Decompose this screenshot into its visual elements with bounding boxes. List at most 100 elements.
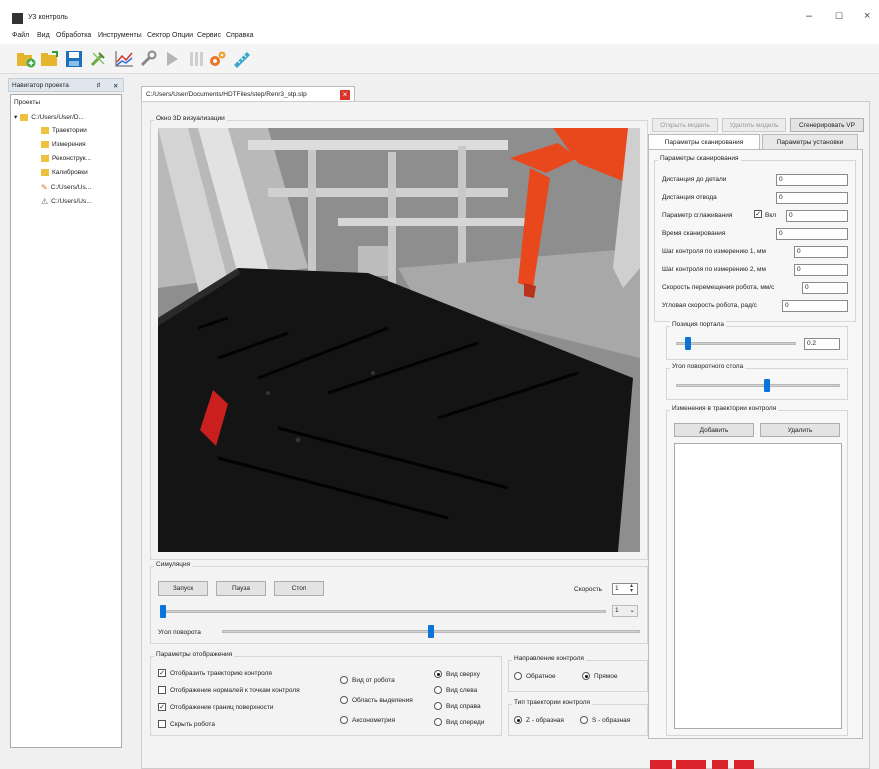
pin-icon[interactable]: ♯ <box>97 82 100 89</box>
s-trajectory-radio[interactable] <box>580 716 588 724</box>
tab-close-icon[interactable]: × <box>340 90 350 100</box>
rotation-slider-handle[interactable] <box>428 625 434 638</box>
remove-button[interactable]: Удалить <box>760 423 840 437</box>
view-axonometry-radio[interactable] <box>340 716 348 724</box>
tree-item-reconstructions[interactable]: Реконструк... <box>41 155 91 162</box>
rotary-slider-track[interactable] <box>676 384 840 387</box>
robot-speed-field[interactable]: 0 <box>802 282 848 294</box>
view-front-radio[interactable] <box>434 718 442 726</box>
param-label: Параметр сглаживания <box>662 212 733 219</box>
menu-file[interactable]: Файл <box>12 32 29 39</box>
rotary-table-title: Угол поворотного стола <box>670 363 746 370</box>
pause-bars-icon[interactable] <box>186 48 206 70</box>
view-top-radio[interactable] <box>434 670 442 678</box>
scan-time-field[interactable]: 0 <box>776 228 848 240</box>
pause-button[interactable]: Пауза <box>216 581 266 596</box>
param-label: Угловая скорость робота, рад/с <box>662 302 757 309</box>
open-model-button[interactable]: Открыть модель <box>652 118 718 132</box>
tree-item-file-1[interactable]: ✎ C:/Users/Us... <box>41 183 91 192</box>
minimize-button[interactable]: – <box>806 10 812 22</box>
show-surface-borders-checkbox[interactable]: ✓ <box>158 703 166 711</box>
rotary-slider-handle[interactable] <box>764 379 771 392</box>
wrench-icon[interactable] <box>138 48 158 70</box>
tree-item-project[interactable]: ▾ C:/Users/User/D... <box>14 113 84 121</box>
tree-item-trajectories[interactable]: Траектории <box>41 127 87 134</box>
menu-service[interactable]: Сервис <box>197 32 221 39</box>
menu-view[interactable]: Вид <box>37 32 50 39</box>
view-left-radio[interactable] <box>434 686 442 694</box>
tree-item-calibrations[interactable]: Калибровки <box>41 169 88 176</box>
navigator-close-icon[interactable]: ✕ <box>113 82 118 90</box>
smoothing-checkbox[interactable]: ✓ <box>754 210 762 218</box>
step-combo[interactable]: 1 ⌄ <box>612 605 638 617</box>
tree-item-file-2[interactable]: ⚠ C:/Users/Us... <box>41 197 92 206</box>
simulation-title: Симуляция <box>154 561 193 568</box>
portal-value-field[interactable]: 0.2 <box>804 338 840 350</box>
display-params-title: Параметры отображения <box>154 651 235 658</box>
param-label: Шаг контроля по измерению 1, мм <box>662 248 766 255</box>
distance-to-part-field[interactable]: 0 <box>776 174 848 186</box>
radio-label: Вид от робота <box>352 677 395 684</box>
3d-viewport[interactable] <box>158 128 640 552</box>
menu-help[interactable]: Справка <box>226 32 253 39</box>
combo-chevron-down-icon: ⌄ <box>629 607 635 614</box>
tab-scan-params[interactable]: Параметры сканирования <box>648 134 760 150</box>
show-trajectory-checkbox[interactable]: ✓ <box>158 669 166 677</box>
menu-tools[interactable]: Инструменты <box>98 32 142 39</box>
radio-label: S - образная <box>592 717 631 724</box>
gears-icon[interactable] <box>208 48 228 70</box>
portal-slider-handle[interactable] <box>685 337 692 350</box>
step-dim1-field[interactable]: 0 <box>794 246 848 258</box>
retract-distance-field[interactable]: 0 <box>776 192 848 204</box>
play-icon[interactable] <box>162 48 182 70</box>
open-folder-icon[interactable] <box>40 48 60 70</box>
portal-slider-track[interactable] <box>676 342 796 345</box>
smoothing-field[interactable]: 0 <box>786 210 848 222</box>
generate-vp-button[interactable]: Сгенерировать VP <box>790 118 864 132</box>
save-icon[interactable] <box>64 48 84 70</box>
hide-robot-checkbox[interactable] <box>158 720 166 728</box>
view-robot-radio[interactable] <box>340 676 348 684</box>
view-right-radio[interactable] <box>434 702 442 710</box>
collapse-icon[interactable]: ▾ <box>14 113 17 121</box>
status-indicator-icon <box>712 760 728 769</box>
new-project-icon[interactable] <box>16 48 36 70</box>
progress-slider-track[interactable] <box>160 610 606 613</box>
radio-label: Область выделения <box>352 697 413 704</box>
speed-spinbox[interactable]: 1 <box>612 583 638 595</box>
step-dim2-field[interactable]: 0 <box>794 264 848 276</box>
radio-label: Вид слева <box>446 687 478 694</box>
ruler-icon[interactable] <box>232 48 252 70</box>
document-tab[interactable]: C:/Users/User/Documents/HDTFiles/step/Re… <box>141 86 355 102</box>
checkbox-label: Скрыть робота <box>170 721 215 728</box>
angular-speed-field[interactable]: 0 <box>782 300 848 312</box>
z-trajectory-radio[interactable] <box>514 716 522 724</box>
menu-sector[interactable]: Сектор <box>147 32 170 39</box>
spin-arrows-icon[interactable]: ▴ ▾ <box>630 583 633 594</box>
trajectory-changes-list[interactable] <box>674 443 842 729</box>
start-button[interactable]: Запуск <box>158 581 208 596</box>
add-button[interactable]: Добавить <box>674 423 754 437</box>
chart-icon[interactable] <box>114 48 134 70</box>
progress-slider-handle[interactable] <box>160 605 166 618</box>
direction-forward-radio[interactable] <box>582 672 590 680</box>
close-button[interactable]: × <box>864 10 870 22</box>
checkbox-label: Отобразить траекторию контроля <box>170 670 272 677</box>
project-tree[interactable]: Проекты ▾ C:/Users/User/D... Траектории … <box>10 94 122 748</box>
view-selection-radio[interactable] <box>340 696 348 704</box>
tree-item-measurements[interactable]: Измерения <box>41 141 86 148</box>
folder-icon <box>41 127 49 134</box>
maximize-button[interactable]: ☐ <box>835 11 843 22</box>
stop-button[interactable]: Стоп <box>274 581 324 596</box>
folder-icon <box>41 141 49 148</box>
tab-install-params[interactable]: Параметры установки <box>762 134 858 150</box>
direction-reverse-radio[interactable] <box>514 672 522 680</box>
tools-icon[interactable] <box>88 48 108 70</box>
param-label: Шаг контроля по измерению 2, мм <box>662 266 766 273</box>
delete-model-button[interactable]: Удалить модель <box>722 118 786 132</box>
menu-options[interactable]: Опции <box>172 32 193 39</box>
radio-label: Z - образная <box>526 717 564 724</box>
menu-processing[interactable]: Обработка <box>56 32 91 39</box>
show-normals-checkbox[interactable] <box>158 686 166 694</box>
mesh-file-icon: ⚠ <box>41 197 49 206</box>
